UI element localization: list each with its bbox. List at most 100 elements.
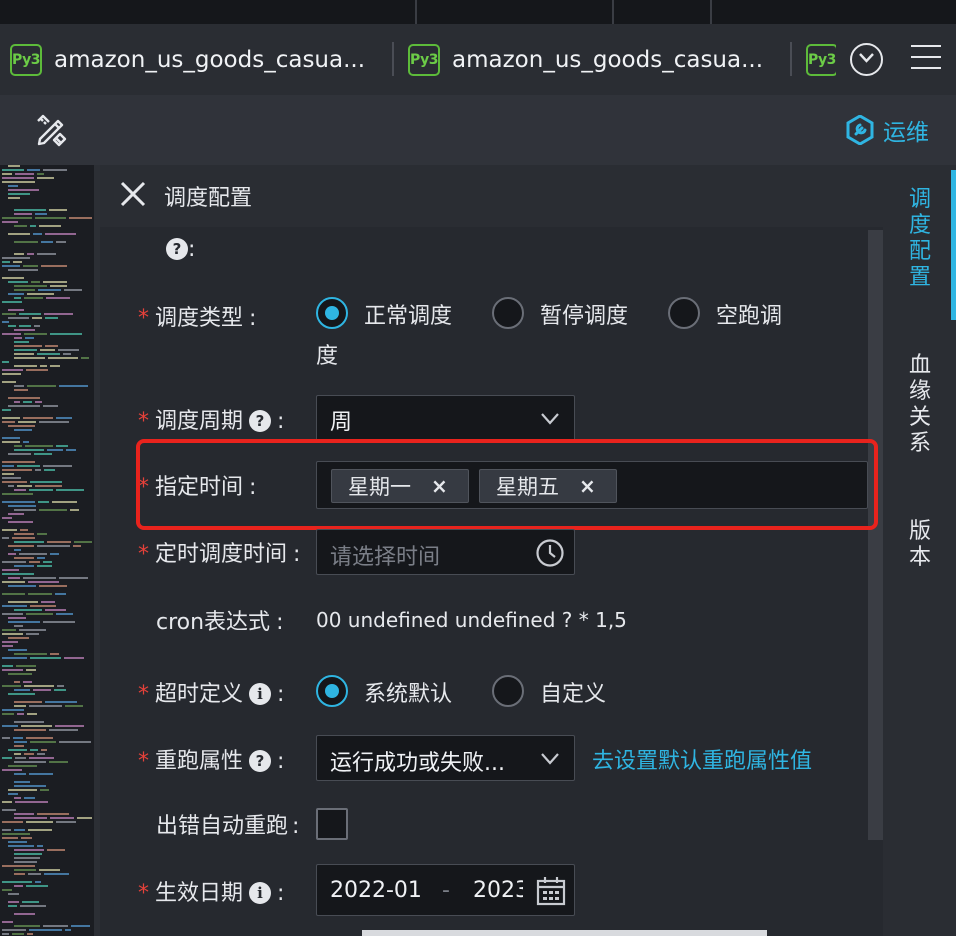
code-line bbox=[49, 761, 68, 763]
code-line bbox=[69, 217, 92, 219]
unnamed-field-label: ?: bbox=[160, 237, 195, 262]
file-tab-2[interactable]: Py3 amazon_us_goods_casua... bbox=[408, 24, 763, 95]
code-line bbox=[17, 713, 24, 715]
radio-normal-schedule[interactable] bbox=[316, 297, 348, 329]
code-line bbox=[2, 669, 23, 671]
radio-custom[interactable] bbox=[492, 675, 524, 707]
ops-icon bbox=[846, 115, 874, 145]
code-line bbox=[65, 705, 83, 707]
code-line bbox=[14, 913, 35, 915]
code-line bbox=[14, 681, 20, 683]
code-line bbox=[14, 445, 22, 447]
code-line bbox=[38, 289, 61, 291]
info-icon[interactable]: i bbox=[249, 683, 272, 705]
panel-header: 调度配置 bbox=[100, 165, 883, 227]
code-minimap bbox=[0, 165, 94, 936]
code-line bbox=[14, 705, 26, 707]
code-line bbox=[14, 813, 34, 815]
code-line bbox=[14, 781, 30, 783]
code-line bbox=[8, 425, 35, 427]
code-line bbox=[2, 517, 12, 519]
effective-date-start[interactable]: 2022-01- bbox=[330, 878, 422, 903]
code-line bbox=[14, 297, 21, 299]
code-line bbox=[50, 333, 82, 335]
file-tab-3[interactable]: Py3 bbox=[806, 24, 836, 95]
code-line bbox=[14, 509, 36, 511]
code-line bbox=[58, 349, 79, 351]
code-line bbox=[8, 577, 20, 579]
menu-icon[interactable] bbox=[911, 42, 941, 72]
cron-expression-value: 00 undefined undefined ? * 1,5 bbox=[316, 608, 627, 632]
sidebar-item-version[interactable]: 版本 bbox=[907, 519, 933, 571]
code-line bbox=[49, 209, 67, 211]
code-line bbox=[35, 217, 66, 219]
code-line bbox=[14, 253, 24, 255]
code-line bbox=[14, 797, 21, 799]
code-line bbox=[8, 521, 33, 523]
code-line bbox=[44, 469, 55, 471]
code-line bbox=[30, 741, 56, 743]
code-line bbox=[23, 577, 56, 579]
code-line bbox=[2, 493, 33, 495]
code-line bbox=[2, 593, 25, 595]
radio-dry-run-schedule-label: 空跑调 bbox=[716, 304, 783, 329]
info-icon[interactable]: i bbox=[249, 882, 272, 904]
radio-system-default[interactable] bbox=[316, 675, 348, 707]
code-line bbox=[2, 725, 18, 727]
code-line bbox=[14, 289, 35, 291]
time-picker-input[interactable]: 请选择时间 bbox=[316, 529, 575, 575]
radio-dry-run-schedule[interactable] bbox=[668, 297, 700, 329]
code-line bbox=[2, 417, 20, 419]
radio-system-default-label: 系统默认 bbox=[364, 682, 453, 707]
file-tab-1[interactable]: Py3 amazon_us_goods_casua... bbox=[10, 24, 365, 95]
code-line bbox=[2, 573, 34, 575]
code-line bbox=[43, 925, 68, 927]
sidebar-item-lineage[interactable]: 血缘关系 bbox=[907, 353, 933, 457]
code-line bbox=[8, 905, 17, 907]
code-line bbox=[14, 689, 30, 691]
auto-rerun-label: 出错自动重跑: bbox=[156, 814, 300, 839]
code-line bbox=[32, 317, 42, 319]
panel-scrollbar[interactable] bbox=[868, 230, 883, 840]
auto-rerun-checkbox[interactable] bbox=[316, 808, 348, 840]
code-line bbox=[44, 873, 69, 875]
code-line bbox=[14, 609, 42, 611]
code-line bbox=[39, 509, 67, 511]
code-line bbox=[14, 337, 22, 339]
edit-tools-icon[interactable] bbox=[34, 113, 68, 151]
code-line bbox=[27, 293, 54, 295]
required-mark: * bbox=[138, 306, 149, 331]
code-line bbox=[50, 653, 59, 655]
effective-date-range-picker[interactable]: 2022-01- - 2023 bbox=[316, 864, 575, 916]
code-line bbox=[28, 873, 41, 875]
code-line bbox=[41, 241, 53, 243]
set-default-rerun-link[interactable]: 去设置默认重跑属性值 bbox=[592, 743, 812, 775]
code-line bbox=[2, 633, 23, 635]
code-line bbox=[24, 753, 34, 755]
code-line bbox=[2, 769, 22, 771]
code-line bbox=[2, 581, 25, 583]
close-icon[interactable] bbox=[120, 181, 146, 211]
chevron-down-icon bbox=[541, 413, 559, 425]
effective-date-end[interactable]: 2023 bbox=[473, 878, 523, 903]
code-line bbox=[56, 613, 73, 615]
code-line bbox=[14, 741, 27, 743]
ops-button[interactable]: 运维 bbox=[845, 113, 929, 147]
code-line bbox=[2, 437, 20, 439]
schedule-period-select[interactable]: 周 bbox=[316, 395, 575, 441]
help-icon[interactable]: ? bbox=[166, 238, 188, 260]
code-line bbox=[14, 745, 24, 747]
code-line bbox=[37, 813, 69, 815]
sidebar-item-schedule-config[interactable]: 调度配置 bbox=[907, 187, 933, 291]
timeout-definition-label: * 超时定义 i: bbox=[138, 682, 285, 707]
tab-list-dropdown-icon[interactable] bbox=[850, 43, 883, 76]
code-line bbox=[23, 401, 32, 403]
horizontal-scrollbar[interactable] bbox=[362, 930, 767, 936]
help-icon[interactable]: ? bbox=[249, 410, 272, 432]
code-line bbox=[47, 849, 65, 851]
rerun-property-select[interactable]: 运行成功或失败... bbox=[316, 735, 575, 781]
help-icon[interactable]: ? bbox=[249, 750, 272, 772]
code-line bbox=[2, 321, 9, 323]
code-line bbox=[24, 685, 54, 687]
radio-pause-schedule[interactable] bbox=[492, 297, 524, 329]
